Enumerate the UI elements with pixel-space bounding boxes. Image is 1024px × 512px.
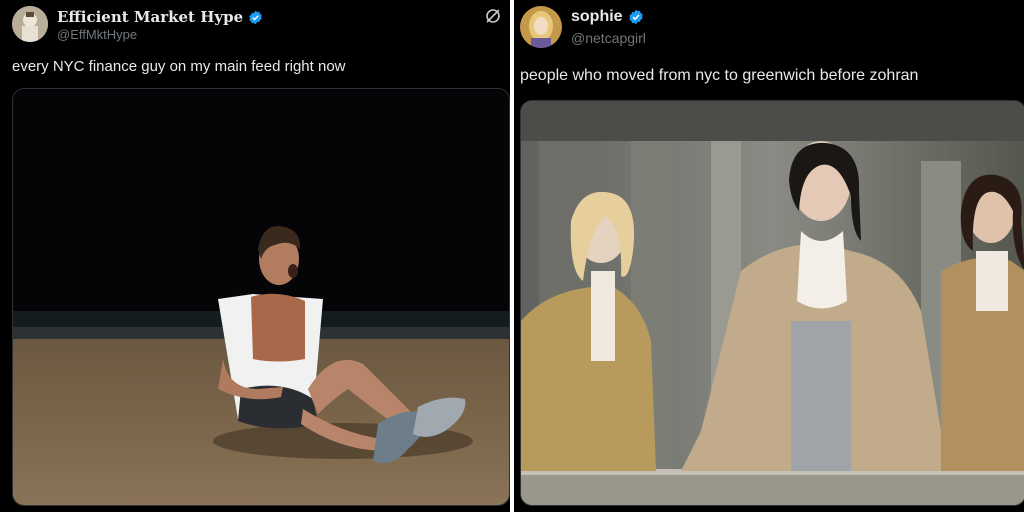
handle[interactable]: @netcapgirl <box>571 30 646 46</box>
display-name[interactable]: sophie <box>571 8 644 26</box>
media-image <box>521 101 1024 505</box>
display-name[interactable]: Efficient Market Hype <box>57 8 263 26</box>
avatar[interactable] <box>12 6 48 42</box>
tweet-text: every NYC finance guy on my main feed ri… <box>12 58 346 75</box>
tweet-media[interactable] <box>520 100 1024 506</box>
tweet-media[interactable] <box>12 88 510 506</box>
verified-badge-icon <box>628 9 643 25</box>
left-tweet: Efficient Market Hype @EffMktHype every … <box>0 0 510 512</box>
avatar[interactable] <box>520 6 562 48</box>
slashed-circle-icon[interactable] <box>484 7 502 25</box>
display-name-text: sophie <box>571 8 623 25</box>
right-tweet: sophie @netcapgirl people who moved from… <box>514 0 1024 512</box>
display-name-text: Efficient Market Hype <box>57 8 244 26</box>
avatar-icon <box>12 6 48 42</box>
verified-badge-icon <box>249 10 262 24</box>
media-image <box>13 89 509 505</box>
avatar-icon <box>520 6 562 48</box>
tweet-text: people who moved from nyc to greenwich b… <box>520 67 919 84</box>
handle[interactable]: @EffMktHype <box>57 27 137 42</box>
